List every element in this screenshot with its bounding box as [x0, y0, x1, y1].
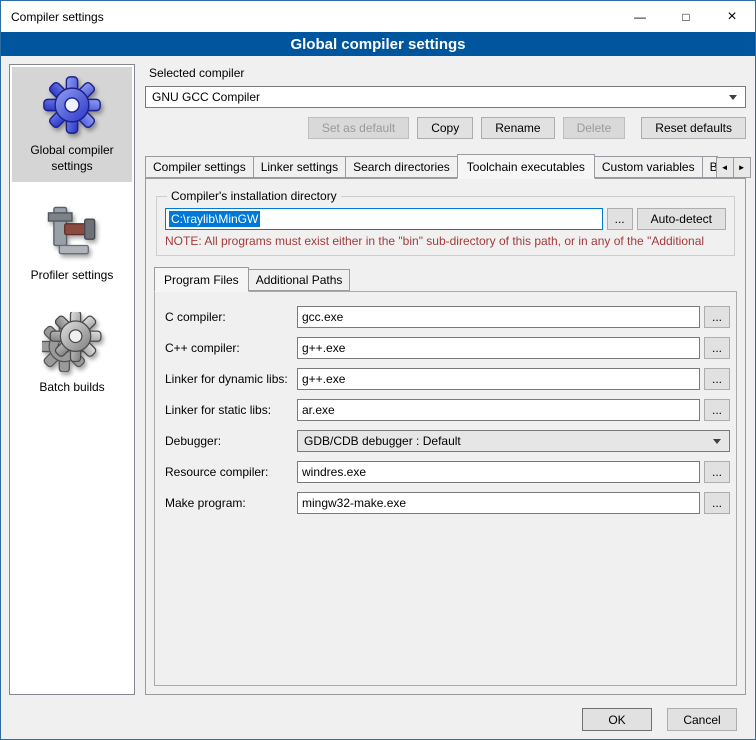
- sidebar-item-global-compiler-settings[interactable]: Global compiler settings: [12, 67, 132, 182]
- scroll-left-icon: ◄: [721, 163, 729, 172]
- static-linker-input[interactable]: [297, 399, 700, 421]
- tab-custom-variables[interactable]: Custom variables: [594, 156, 703, 178]
- settings-tabstrip: Compiler settings Linker settings Search…: [145, 153, 746, 178]
- make-program-browse-button[interactable]: ...: [704, 492, 730, 514]
- subtab-program-files[interactable]: Program Files: [154, 267, 249, 292]
- copy-button[interactable]: Copy: [417, 117, 473, 139]
- debugger-row: Debugger: GDB/CDB debugger : Default: [165, 430, 730, 452]
- cancel-button[interactable]: Cancel: [667, 708, 737, 731]
- tab-search-directories[interactable]: Search directories: [345, 156, 458, 178]
- main-panel: Selected compiler GNU GCC Compiler Set a…: [145, 64, 746, 695]
- batch-builds-icon: [42, 312, 102, 372]
- resource-compiler-label: Resource compiler:: [165, 465, 297, 479]
- scroll-right-icon: ►: [738, 163, 746, 172]
- close-icon: ×: [727, 9, 736, 25]
- close-button[interactable]: ×: [709, 1, 755, 32]
- reset-defaults-button[interactable]: Reset defaults: [641, 117, 746, 139]
- debugger-label: Debugger:: [165, 434, 297, 448]
- delete-button: Delete: [563, 117, 626, 139]
- maximize-button[interactable]: □: [663, 1, 709, 32]
- static-linker-browse-button[interactable]: ...: [704, 399, 730, 421]
- cpp-compiler-input[interactable]: [297, 337, 700, 359]
- dialog-footer: OK Cancel: [1, 701, 755, 739]
- profiler-icon: [43, 202, 101, 260]
- maximize-icon: □: [682, 11, 689, 23]
- sidebar-item-profiler-settings[interactable]: Profiler settings: [12, 194, 132, 292]
- install-dir-browse-button[interactable]: ...: [607, 208, 633, 230]
- cpp-compiler-browse-button[interactable]: ...: [704, 337, 730, 359]
- c-compiler-input[interactable]: [297, 306, 700, 328]
- titlebar: Compiler settings — □ ×: [1, 1, 755, 32]
- installation-directory-label: Compiler's installation directory: [167, 189, 341, 203]
- dynamic-linker-row: Linker for dynamic libs: ...: [165, 368, 730, 390]
- category-list: Global compiler settings Profiler settin…: [9, 64, 135, 695]
- cpp-compiler-row: C++ compiler: ...: [165, 337, 730, 359]
- dropdown-arrow-icon: [729, 95, 737, 100]
- set-as-default-button: Set as default: [308, 117, 409, 139]
- make-program-label: Make program:: [165, 496, 297, 510]
- minimize-icon: —: [634, 11, 646, 23]
- tab-scroll-right-button[interactable]: ►: [733, 157, 751, 178]
- selected-compiler-label: Selected compiler: [149, 66, 746, 80]
- dropdown-arrow-icon: [713, 439, 721, 444]
- make-program-row: Make program: ...: [165, 492, 730, 514]
- program-files-panel: C compiler: ... C++ compiler: ... Linker…: [154, 291, 737, 686]
- minimize-button[interactable]: —: [617, 1, 663, 32]
- subtab-additional-paths[interactable]: Additional Paths: [248, 269, 351, 291]
- dynamic-linker-label: Linker for dynamic libs:: [165, 372, 297, 386]
- compiler-combobox-value: GNU GCC Compiler: [152, 90, 260, 104]
- make-program-input[interactable]: [297, 492, 700, 514]
- compiler-settings-window: Compiler settings — □ × Global compiler …: [0, 0, 756, 740]
- tab-scroll-left-button[interactable]: ◄: [716, 157, 734, 178]
- dynamic-linker-input[interactable]: [297, 368, 700, 390]
- compiler-combobox[interactable]: GNU GCC Compiler: [145, 86, 746, 108]
- static-linker-row: Linker for static libs: ...: [165, 399, 730, 421]
- sidebar-item-label: Batch builds: [14, 380, 130, 396]
- tab-toolchain-executables[interactable]: Toolchain executables: [457, 154, 595, 179]
- toolchain-executables-panel: Compiler's installation directory C:\ray…: [145, 178, 746, 695]
- debugger-select[interactable]: GDB/CDB debugger : Default: [297, 430, 730, 452]
- window-title: Compiler settings: [1, 1, 617, 32]
- c-compiler-row: C compiler: ...: [165, 306, 730, 328]
- auto-detect-button[interactable]: Auto-detect: [637, 208, 726, 230]
- tab-scroll-buttons: ◄ ►: [717, 157, 751, 178]
- sidebar-item-label: Profiler settings: [14, 268, 130, 284]
- install-dir-input[interactable]: C:\raylib\MinGW: [165, 208, 603, 230]
- c-compiler-browse-button[interactable]: ...: [704, 306, 730, 328]
- installation-directory-row: C:\raylib\MinGW ... Auto-detect: [165, 208, 726, 230]
- tab-linker-settings[interactable]: Linker settings: [253, 156, 346, 178]
- program-files-tabstrip: Program Files Additional Paths: [154, 266, 737, 291]
- cpp-compiler-label: C++ compiler:: [165, 341, 297, 355]
- resource-compiler-browse-button[interactable]: ...: [704, 461, 730, 483]
- note-text: NOTE: All programs must exist either in …: [165, 234, 726, 248]
- resource-compiler-row: Resource compiler: ...: [165, 461, 730, 483]
- gear-icon: [42, 75, 102, 135]
- sidebar-item-batch-builds[interactable]: Batch builds: [12, 304, 132, 404]
- c-compiler-label: C compiler:: [165, 310, 297, 324]
- dialog-banner: Global compiler settings: [1, 32, 755, 56]
- compiler-actions: Set as default Copy Rename Delete Reset …: [145, 117, 746, 139]
- debugger-select-value: GDB/CDB debugger : Default: [304, 434, 461, 448]
- sidebar-item-label: Global compiler settings: [14, 143, 130, 174]
- installation-directory-groupbox: Compiler's installation directory C:\ray…: [156, 189, 735, 256]
- ok-button[interactable]: OK: [582, 708, 652, 731]
- dialog-content: Global compiler settings Profiler settin…: [1, 56, 755, 701]
- resource-compiler-input[interactable]: [297, 461, 700, 483]
- rename-button[interactable]: Rename: [481, 117, 554, 139]
- tab-compiler-settings[interactable]: Compiler settings: [145, 156, 254, 178]
- static-linker-label: Linker for static libs:: [165, 403, 297, 417]
- install-dir-selected-text: C:\raylib\MinGW: [169, 211, 260, 227]
- dynamic-linker-browse-button[interactable]: ...: [704, 368, 730, 390]
